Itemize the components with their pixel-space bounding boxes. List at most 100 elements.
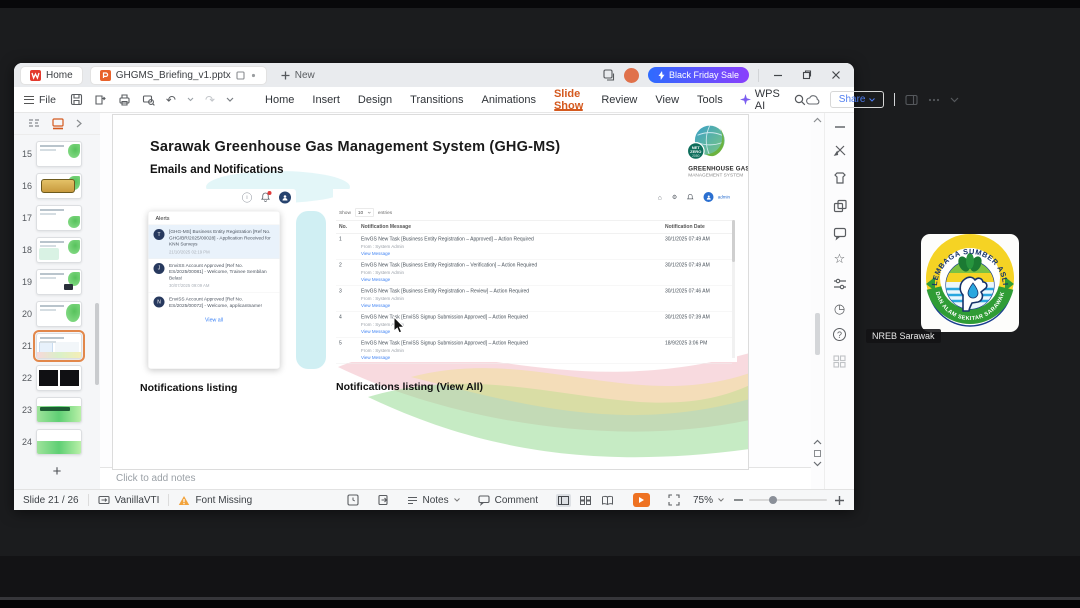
tab-window-icon[interactable] <box>236 70 245 80</box>
settings-gear-icon[interactable]: ⚙ <box>672 194 677 201</box>
slide-18-thumbnail[interactable] <box>36 237 82 263</box>
more-options-icon[interactable] <box>928 98 940 102</box>
restore-button[interactable] <box>797 67 817 83</box>
apps-grid-icon[interactable] <box>833 355 846 368</box>
comment-button[interactable]: Comment <box>469 490 547 510</box>
reading-view-button[interactable] <box>600 494 615 507</box>
slide-sorter-view-button[interactable] <box>578 494 593 507</box>
tab-home[interactable]: Home <box>20 65 83 85</box>
quick-tools-icon[interactable] <box>833 143 847 157</box>
collapse-ribbon-icon[interactable] <box>950 97 959 103</box>
menu-view[interactable]: View <box>646 87 688 112</box>
outline-view-icon[interactable] <box>28 118 40 129</box>
slide-18-row[interactable]: 18 <box>16 237 100 263</box>
entries-select[interactable]: 10 <box>354 208 374 217</box>
menu-transitions[interactable]: Transitions <box>401 87 472 112</box>
menu-review[interactable]: Review <box>592 87 646 112</box>
table-row[interactable]: 1 EnvGS New Task [Business Entity Regist… <box>336 233 732 260</box>
fit-slide-button[interactable] <box>659 490 689 510</box>
alert-item[interactable]: N EnviSS Account Approved [Ref No. ES/20… <box>149 293 280 314</box>
user-avatar-icon[interactable] <box>703 192 714 202</box>
slide-19-row[interactable]: 19 <box>16 269 100 295</box>
slide-23-row[interactable]: 23 <box>16 397 100 423</box>
next-slide-icon[interactable] <box>813 461 822 467</box>
menu-home[interactable]: Home <box>256 87 303 112</box>
slide-17-row[interactable]: 17 <box>16 205 100 231</box>
alert-item[interactable]: J EnviSS Account Approved [Ref No. ES/20… <box>148 259 280 293</box>
panel-scrollbar[interactable] <box>95 303 99 385</box>
slide-21-thumbnail-selected[interactable] <box>33 330 85 362</box>
zoom-level[interactable]: 75% <box>689 490 728 510</box>
panel-collapse-icon[interactable] <box>76 119 82 128</box>
cloud-sync-icon[interactable] <box>805 94 820 105</box>
slide-view-icon[interactable] <box>52 118 64 130</box>
slide-16-thumbnail[interactable] <box>36 173 82 199</box>
print-preview-icon[interactable] <box>142 93 155 106</box>
alert-item[interactable]: T [GHG-MS] Business Entity Registration … <box>148 225 280 259</box>
menu-tools[interactable]: Tools <box>688 87 732 112</box>
bell-icon[interactable] <box>687 193 694 201</box>
slide-19-thumbnail[interactable] <box>36 269 82 295</box>
slide-20-row[interactable]: 20 <box>16 301 100 327</box>
task-window-icon[interactable] <box>905 94 919 106</box>
help-icon[interactable]: ? <box>833 328 846 341</box>
comment-panel-icon[interactable] <box>833 227 847 241</box>
undo-dropdown-icon[interactable] <box>187 97 194 102</box>
share-button[interactable]: Share <box>829 91 885 108</box>
present-settings-button[interactable] <box>368 490 398 510</box>
view-message-link[interactable]: View Message <box>361 355 659 360</box>
scrollbar-thumb[interactable] <box>815 313 820 355</box>
menu-design[interactable]: Design <box>349 87 401 112</box>
alerts-view-all-link[interactable]: View all <box>149 313 280 323</box>
home-icon[interactable]: ⌂ <box>658 193 662 201</box>
slide-22-thumbnail[interactable] <box>36 365 82 391</box>
user-avatar[interactable] <box>623 67 639 83</box>
slide-jump-icon[interactable] <box>813 449 822 458</box>
normal-view-button[interactable] <box>555 493 571 507</box>
slide-17-thumbnail[interactable] <box>36 205 82 231</box>
favorites-star-icon[interactable]: ☆ <box>834 252 846 265</box>
print-icon[interactable] <box>118 93 131 106</box>
slide-21-row[interactable]: 21 <box>16 330 100 362</box>
theme-indicator[interactable]: VanillaVTI <box>89 490 169 510</box>
zoom-slider-knob[interactable] <box>769 496 777 504</box>
slideshow-play-button[interactable] <box>624 490 659 510</box>
menu-animations[interactable]: Animations <box>473 87 545 112</box>
slide-20-thumbnail[interactable] <box>36 301 82 327</box>
undo-icon[interactable]: ↶ <box>166 93 176 107</box>
slide-21-canvas[interactable]: Sarawak Greenhouse Gas Management System… <box>112 114 749 470</box>
font-missing-warning[interactable]: Font Missing <box>169 490 261 510</box>
table-row[interactable]: 2 EnvGS New Task [Business Entity Regist… <box>336 259 732 286</box>
minimize-button[interactable] <box>768 67 788 83</box>
rehearse-icon-button[interactable] <box>338 490 368 510</box>
view-message-link[interactable]: View Message <box>361 251 659 256</box>
notes-pane[interactable]: Click to add notes <box>100 467 811 489</box>
slide-22-row[interactable]: 22 <box>16 365 100 391</box>
table-scrollbar[interactable] <box>732 220 735 358</box>
table-row[interactable]: 3 EnvGS New Task [Business Entity Regist… <box>336 285 732 312</box>
toolbar-more-icon[interactable] <box>226 97 234 103</box>
menu-slide-show[interactable]: Slide Show <box>545 87 592 112</box>
slide-15-thumbnail[interactable] <box>36 141 82 167</box>
bell-icon[interactable] <box>261 190 272 204</box>
notes-toggle[interactable]: Notes <box>398 490 469 510</box>
save-icon[interactable] <box>70 93 83 106</box>
scroll-up-icon[interactable] <box>813 117 822 123</box>
zoom-slider[interactable] <box>749 496 827 504</box>
redo-icon[interactable]: ↷ <box>205 93 215 107</box>
profile-avatar-icon[interactable] <box>279 191 291 204</box>
table-row[interactable]: 5 EnvGS New Task [EnviSS Signup Submissi… <box>336 337 732 364</box>
collapse-sidebar-icon[interactable] <box>834 125 846 129</box>
view-message-link[interactable]: View Message <box>361 303 659 308</box>
tab-document[interactable]: GHGMS_Briefing_v1.pptx <box>89 65 267 85</box>
slide-24-row[interactable]: 24 <box>16 429 100 455</box>
menu-insert[interactable]: Insert <box>303 87 349 112</box>
slide-16-row[interactable]: 16 <box>16 173 100 199</box>
slide-23-thumbnail[interactable] <box>36 397 82 423</box>
theme-skin-icon[interactable] <box>833 171 847 185</box>
zoom-in-button[interactable] <box>827 490 854 510</box>
slide-15-row[interactable]: 15 <box>16 141 100 167</box>
view-message-link[interactable]: View Message <box>361 277 659 282</box>
slide-24-thumbnail[interactable] <box>36 429 82 455</box>
main-scrollbar[interactable] <box>811 113 824 489</box>
